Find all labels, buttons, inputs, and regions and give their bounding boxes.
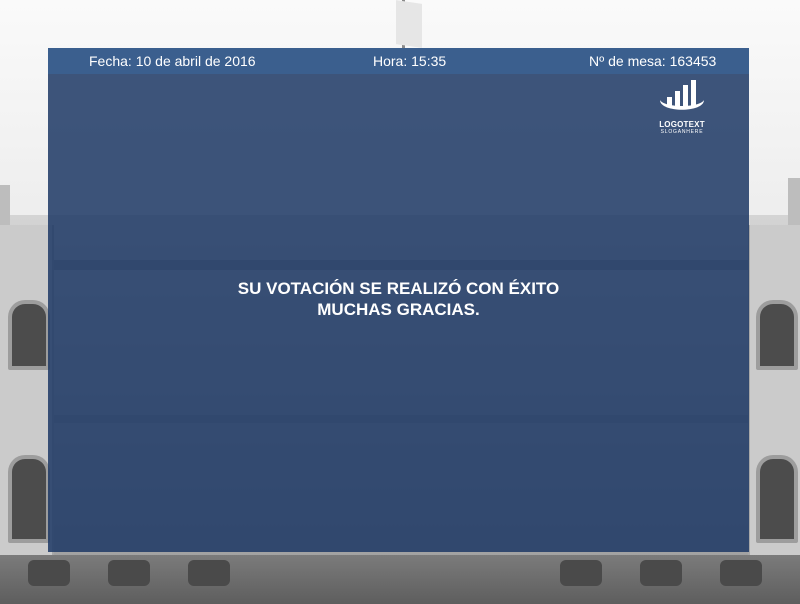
hedge (720, 560, 762, 586)
hedge (188, 560, 230, 586)
logo-text: LOGOTEXT (659, 120, 705, 129)
hedge (108, 560, 150, 586)
hedge (560, 560, 602, 586)
logo: LOGOTEXT SLOGANHERE (654, 80, 710, 136)
left-finial (0, 185, 10, 225)
palace-window (8, 455, 50, 543)
palace-left-wing (0, 225, 54, 604)
palace-window (756, 300, 798, 370)
bar-chart-swoosh-icon (660, 80, 704, 110)
palace-right-wing (748, 225, 800, 604)
palace-window (756, 455, 798, 543)
confirmation-panel: Fecha: 10 de abril de 2016 Hora: 15:35 N… (48, 48, 749, 552)
logo-slogan: SLOGANHERE (660, 129, 704, 135)
flag (396, 0, 422, 48)
right-finial (788, 178, 800, 225)
table-number-label: Nº de mesa: 163453 (589, 53, 717, 69)
palace-window (8, 300, 50, 370)
hedge (640, 560, 682, 586)
success-message-line-2: MUCHAS GRACIAS. (317, 300, 480, 319)
date-label: Fecha: 10 de abril de 2016 (89, 53, 256, 69)
success-message: SU VOTACIÓN SE REALIZÓ CON ÉXITO MUCHAS … (48, 278, 749, 320)
info-header-bar: Fecha: 10 de abril de 2016 Hora: 15:35 N… (48, 48, 749, 74)
hedge (28, 560, 70, 586)
success-message-line-1: SU VOTACIÓN SE REALIZÓ CON ÉXITO (237, 279, 560, 298)
time-label: Hora: 15:35 (373, 53, 447, 69)
